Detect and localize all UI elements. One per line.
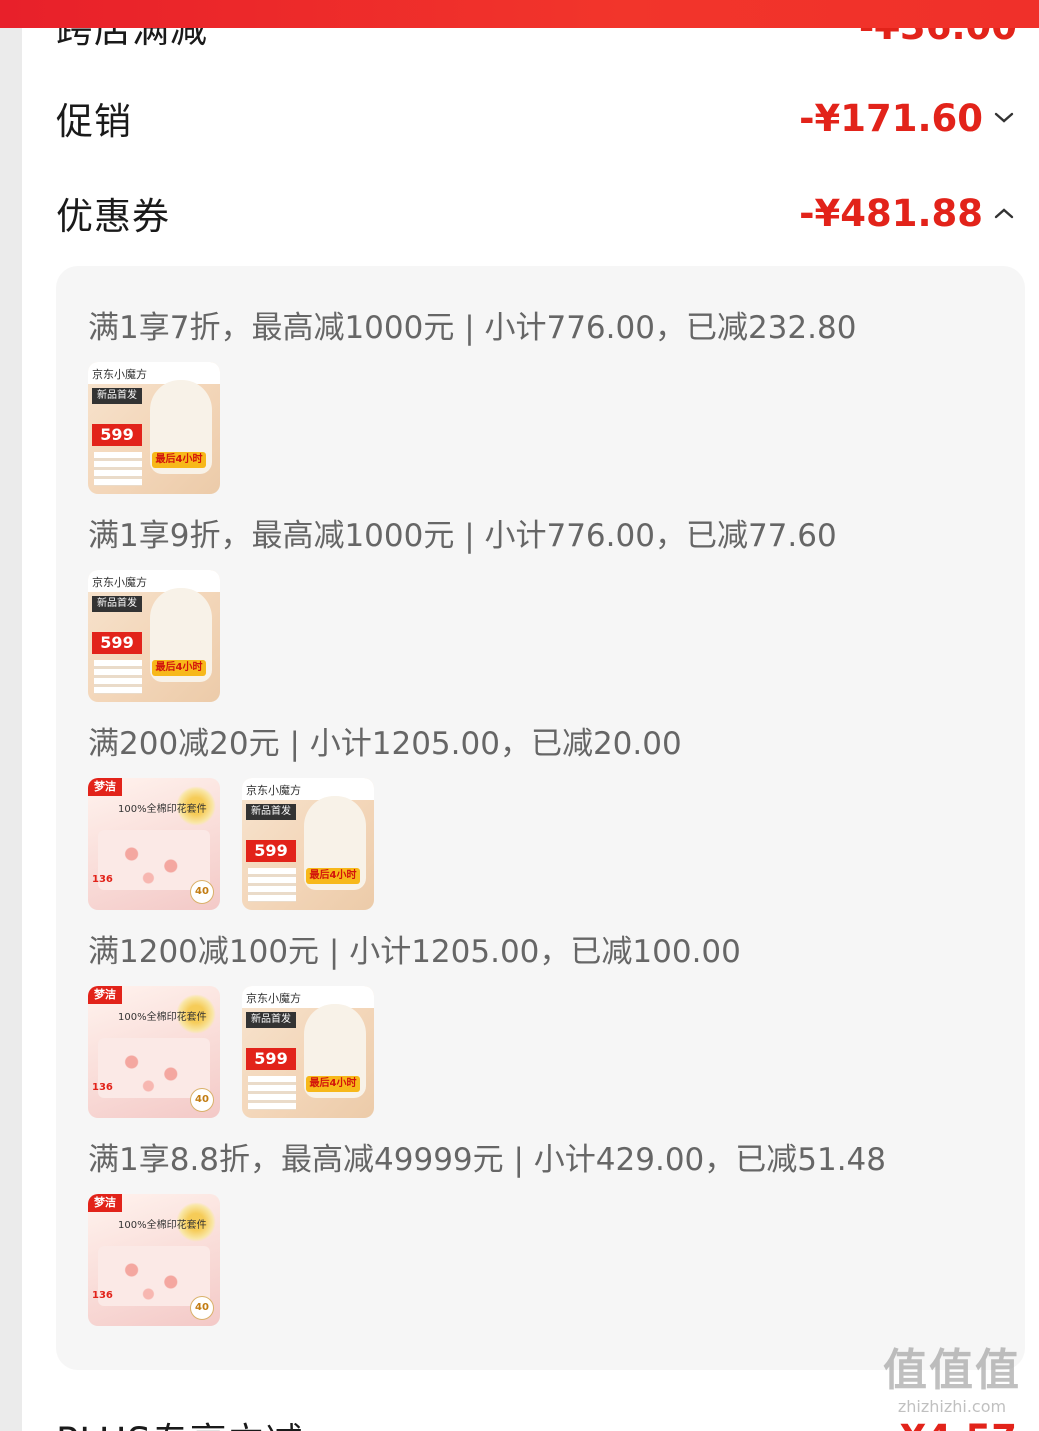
product-thumbnail-bedding[interactable]: 梦洁 100%全棉印花套件 136 40 (88, 1194, 220, 1326)
coupon-group-title: 满1享7折，最高减1000元 | 小计776.00，已减232.80 (88, 310, 857, 346)
coupon-group-title: 满1享8.8折，最高减49999元 | 小计429.00，已减51.48 (88, 1142, 887, 1178)
coupon-detail-panel: 满1享7折，最高减1000元 | 小计776.00，已减232.80 京东小魔方… (56, 266, 1025, 1370)
promotion-row[interactable]: 促销 -¥171.60 (56, 88, 1017, 148)
product-thumbnail-massager[interactable]: 京东小魔方 新品首发 599 最后4小时 (88, 570, 220, 702)
plus-discount-label: PLUS专享立减 (56, 1411, 304, 1431)
promotion-label: 促销 (56, 100, 132, 143)
plus-discount-row[interactable]: PLUS专享立减 -¥4.57 (56, 1408, 1017, 1431)
chevron-down-icon[interactable] (991, 105, 1017, 131)
product-thumbnail-massager[interactable]: 京东小魔方 新品首发 599 最后4小时 (88, 362, 220, 494)
top-red-bar (0, 0, 1039, 28)
promotion-amount: -¥171.60 (799, 96, 983, 140)
coupon-amount: -¥481.88 (799, 191, 983, 235)
product-thumbnail-massager[interactable]: 京东小魔方 新品首发 599 最后4小时 (242, 986, 374, 1118)
discount-detail-card: 跨店满减 -¥36.00 促销 -¥171.60 优惠券 -¥481.88 满1… (22, 0, 1039, 1431)
chevron-up-icon[interactable] (991, 200, 1017, 226)
coupon-row[interactable]: 优惠券 -¥481.88 (56, 183, 1017, 243)
product-thumbnail-massager[interactable]: 京东小魔方 新品首发 599 最后4小时 (242, 778, 374, 910)
product-thumbnail-bedding[interactable]: 梦洁 100%全棉印花套件 136 40 (88, 986, 220, 1118)
coupon-group-title: 满1200减100元 | 小计1205.00，已减100.00 (88, 934, 741, 970)
coupon-group-title: 满1享9折，最高减1000元 | 小计776.00，已减77.60 (88, 518, 837, 554)
coupon-label: 优惠券 (56, 195, 170, 238)
site-watermark: 值值值 zhizhizhi.com (883, 1345, 1021, 1416)
coupon-group-title: 满200减20元 | 小计1205.00，已减20.00 (88, 726, 682, 762)
product-thumbnail-bedding[interactable]: 梦洁 100%全棉印花套件 136 40 (88, 778, 220, 910)
